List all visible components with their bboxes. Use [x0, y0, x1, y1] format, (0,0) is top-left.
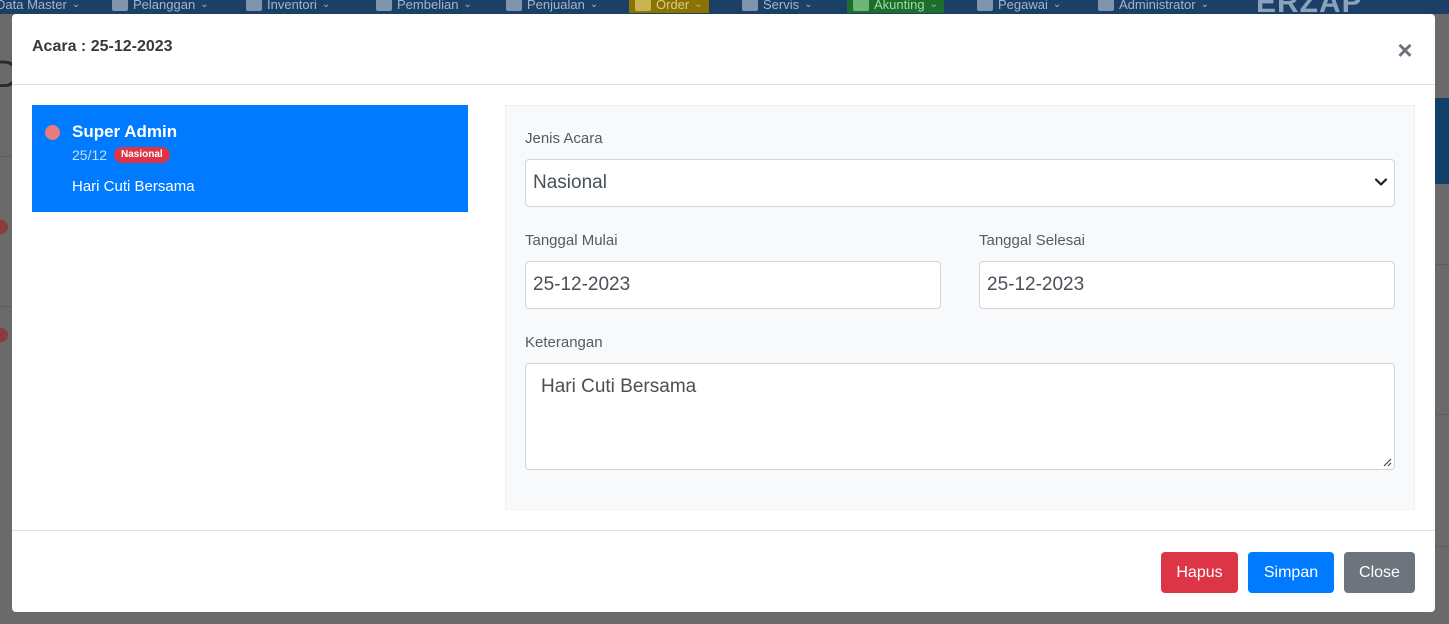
cart-icon: [376, 0, 392, 11]
modal-body: Super Admin 25/12 Nasional Hari Cuti Ber…: [12, 85, 1435, 530]
background-grid-line: [1435, 264, 1449, 265]
event-type-badge: Nasional: [114, 147, 170, 163]
background-event-dot: [0, 220, 8, 234]
close-icon[interactable]: ×: [1393, 36, 1417, 64]
jenis-acara-value: Nasional: [533, 172, 607, 193]
tanggal-mulai-value: 25-12-2023: [533, 274, 631, 295]
keterangan-value: Hari Cuti Bersama: [541, 376, 697, 397]
modal-title: Acara : 25-12-2023: [32, 38, 173, 55]
close-button[interactable]: Close: [1344, 552, 1415, 593]
event-description: Hari Cuti Bersama: [72, 178, 195, 195]
event-card[interactable]: Super Admin 25/12 Nasional Hari Cuti Ber…: [32, 105, 468, 212]
box-icon: [246, 0, 262, 11]
nav-pegawai: Pegawai ⌄: [977, 0, 1061, 13]
tanggal-selesai-input[interactable]: 25-12-2023: [979, 261, 1395, 309]
id-card-icon: [977, 0, 993, 11]
event-owner: Super Admin: [72, 122, 178, 141]
background-grid-line: [0, 156, 12, 157]
gear-icon: [1098, 0, 1114, 11]
keterangan-label: Keterangan: [525, 334, 603, 351]
resize-handle-icon[interactable]: [1382, 457, 1392, 467]
tanggal-mulai-label: Tanggal Mulai: [525, 232, 618, 249]
chevron-down-icon: [1374, 178, 1388, 186]
logo: ERZAP: [1256, 0, 1363, 14]
background-grid-line: [0, 306, 12, 307]
nav-administrator: Administrator ⌄: [1098, 0, 1209, 13]
nav-inventori: Inventori ⌄: [246, 0, 330, 13]
jenis-acara-select[interactable]: Nasional: [525, 159, 1395, 207]
nav-data-master: Data Master ⌄: [0, 0, 81, 12]
gears-icon: [742, 0, 758, 11]
tanggal-selesai-label: Tanggal Selesai: [979, 232, 1085, 249]
users-icon: [112, 0, 128, 11]
event-dot-icon: [45, 125, 60, 140]
keterangan-textarea[interactable]: Hari Cuti Bersama: [525, 363, 1395, 470]
jenis-acara-label: Jenis Acara: [525, 130, 603, 147]
nav-pembelian: Pembelian ⌄: [376, 0, 472, 13]
background-grid-line: [1435, 414, 1449, 415]
receipt-icon: [506, 0, 522, 11]
save-button[interactable]: Simpan: [1248, 552, 1334, 593]
tanggal-mulai-input[interactable]: 25-12-2023: [525, 261, 941, 309]
background-event-dot: [0, 328, 8, 342]
background-side-bar: [1435, 98, 1449, 184]
nav-akunting: Akunting ⌄: [847, 0, 944, 13]
modal-header: Acara : 25-12-2023 ×: [12, 14, 1435, 85]
event-date: 25/12: [72, 147, 108, 163]
delete-button[interactable]: Hapus: [1161, 552, 1238, 593]
order-icon: [635, 0, 651, 11]
nav-servis: Servis ⌄: [742, 0, 813, 13]
modal-footer: Hapus Simpan Close: [12, 530, 1435, 612]
nav-order: Order ⌄: [629, 0, 709, 13]
tanggal-selesai-value: 25-12-2023: [987, 274, 1085, 295]
background-grid-line: [1435, 546, 1449, 547]
nav-pelanggan: Pelanggan ⌄: [112, 0, 209, 13]
nav-penjualan: Penjualan ⌄: [506, 0, 598, 13]
event-modal: Acara : 25-12-2023 × Super Admin 25/12 N…: [12, 14, 1435, 612]
money-icon: [853, 0, 869, 11]
background-navbar: Data Master ⌄ Pelanggan ⌄ Inventori ⌄ Pembe…: [0, 0, 1449, 14]
event-form: Jenis Acara Nasional Tanggal Mulai 25-12…: [505, 105, 1415, 510]
